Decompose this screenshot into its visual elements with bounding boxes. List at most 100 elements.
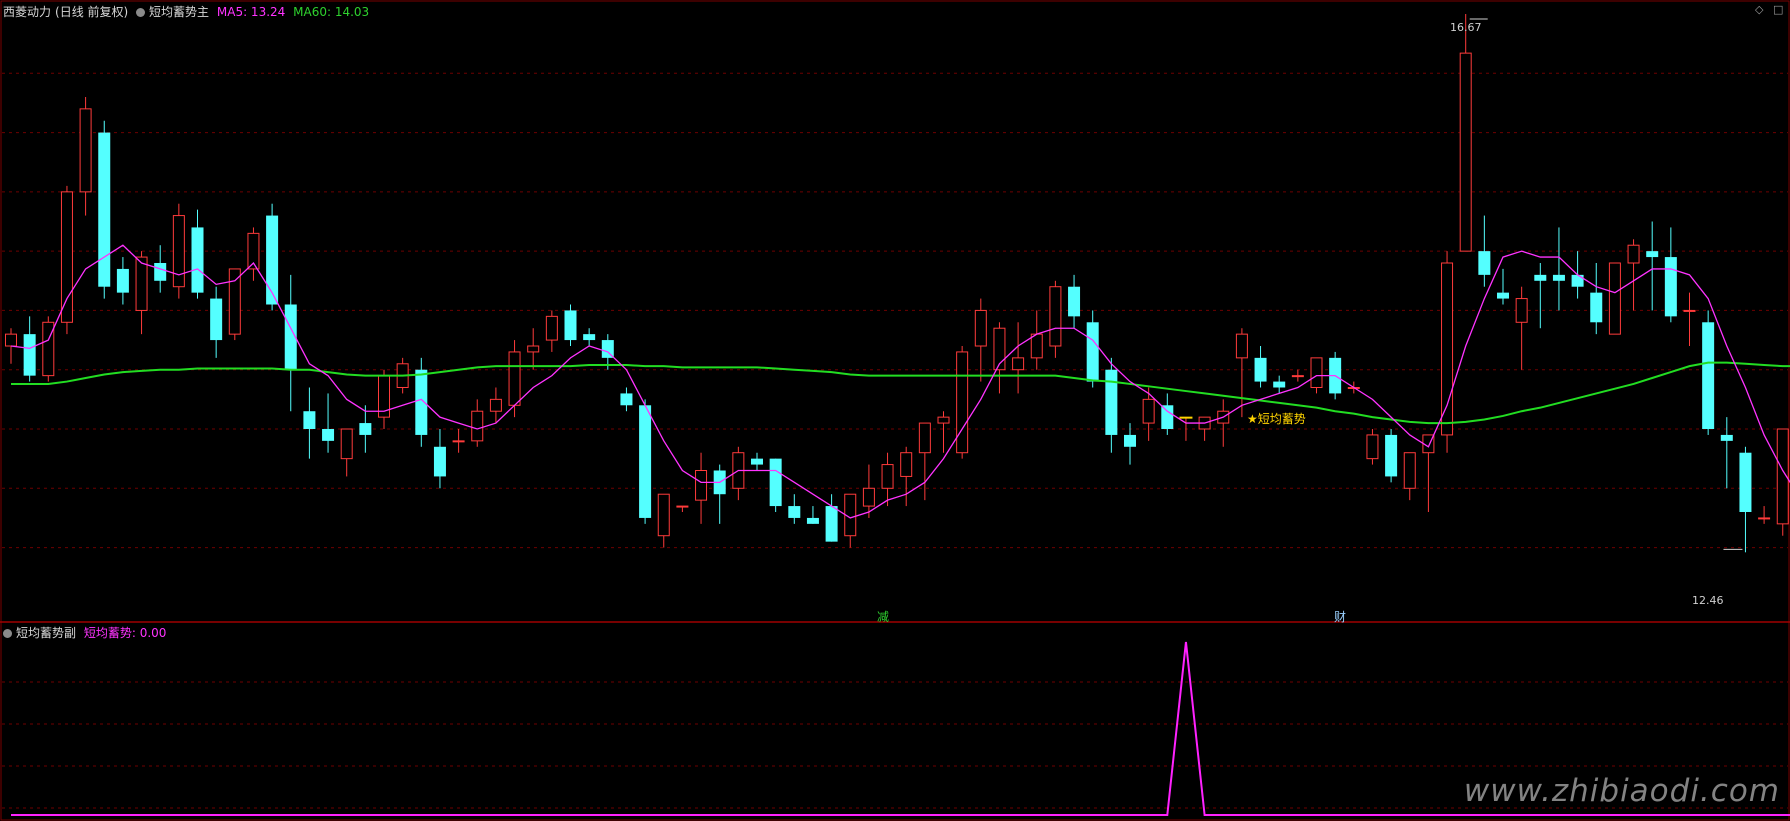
candle-body-down: [1664, 257, 1677, 317]
candle-body-up: [452, 440, 465, 443]
candle-body-up: [1515, 298, 1528, 323]
candle-body-up: [862, 487, 875, 507]
candle-body-down: [1385, 434, 1398, 477]
candle-body-up: [60, 191, 73, 323]
high-price-label: 16.67: [1450, 21, 1482, 34]
indicator-sub-name[interactable]: 短均蓄势副: [16, 626, 76, 640]
candle-body-down: [1497, 292, 1509, 299]
sub-header: 短均蓄势副 短均蓄势: 0.00: [3, 624, 170, 641]
candle-body-down: [1161, 405, 1174, 429]
candle-body-down: [1254, 357, 1267, 382]
candle-body-up: [676, 505, 689, 508]
candle-body-down: [266, 215, 279, 305]
candle-body-down: [1478, 251, 1491, 275]
candle-body-down: [23, 334, 36, 376]
candle-body-down: [1702, 322, 1715, 429]
candle-body-up: [471, 410, 484, 442]
candle-body-up: [956, 351, 969, 454]
candle-body-down: [583, 334, 596, 341]
candle-body-up: [1627, 244, 1640, 264]
diamond-icon[interactable]: ◇: [1755, 3, 1763, 16]
candle-body-down: [359, 423, 372, 435]
low-price-label: 12.46: [1692, 594, 1724, 607]
candle-body-up: [1310, 357, 1323, 389]
candle-body-down: [1534, 274, 1547, 281]
watermark-text: www.zhibiaodi.com: [1463, 773, 1780, 809]
candle-body-up: [1142, 398, 1155, 424]
ma60-readout: MA60: 14.03: [293, 5, 370, 19]
candle-body-down: [1273, 381, 1286, 388]
ma5-readout: MA5: 13.24: [216, 5, 286, 19]
square-icon[interactable]: □: [1773, 3, 1783, 16]
ma60-line: [11, 361, 1790, 425]
candle-body-up: [135, 256, 148, 311]
candle-body-up: [1459, 52, 1472, 252]
candle-body-up: [1291, 375, 1304, 378]
chart-stage: 西菱动力 (日线 前复权) 短均蓄势主 MA5: 13.24 MA60: 14.0…: [0, 0, 1790, 821]
candle-body-up: [79, 108, 92, 193]
candle-body-up: [881, 464, 894, 489]
candle-body-down: [769, 458, 782, 507]
candle-body-down: [1571, 274, 1584, 287]
candle-body-down: [433, 446, 446, 477]
main-header: 西菱动力 (日线 前复权) 短均蓄势主 MA5: 13.24 MA60: 14.0…: [3, 3, 373, 20]
candle-body-up: [1441, 262, 1454, 436]
candle-body-signal: [1179, 416, 1193, 419]
candle-body-down: [1646, 251, 1659, 258]
candle-body-up: [1049, 286, 1062, 347]
candle-body-up: [937, 416, 950, 424]
candle-body-up: [695, 470, 708, 501]
candle-body-up: [900, 452, 913, 477]
indicator-toggle-icon[interactable]: [136, 8, 146, 17]
candle-body-up: [489, 398, 502, 412]
event-marker-finance[interactable]: 财: [1334, 608, 1346, 625]
period-label: (日线 前复权): [55, 5, 129, 19]
signal-label: ★短均蓄势: [1247, 412, 1306, 426]
candle-body-down: [806, 517, 819, 524]
candle-body-up: [1403, 452, 1416, 489]
candle-body-up: [340, 428, 353, 460]
candle-body-down: [1124, 434, 1136, 447]
candle-body-down: [825, 506, 838, 542]
candle-body-up: [918, 422, 931, 454]
candle-body-down: [564, 310, 577, 341]
candle-body-down: [788, 506, 801, 518]
candle-body-down: [1086, 322, 1099, 382]
candle-body-down: [1720, 434, 1733, 441]
candle-body-down: [303, 411, 316, 429]
candle-body-down: [322, 429, 335, 441]
candle-body-up: [1235, 333, 1248, 359]
event-marker-reduce[interactable]: 减: [877, 608, 889, 625]
candle-body-down: [1590, 292, 1603, 323]
candle-body-down: [1068, 286, 1081, 317]
candle-body-down: [1105, 369, 1118, 435]
candle-body-up: [1012, 357, 1025, 371]
candle-body-up: [5, 333, 17, 347]
candle-body-up: [172, 215, 185, 288]
candle-body-up: [1030, 333, 1043, 359]
candle-body-up: [545, 315, 558, 341]
sub-value-readout: 短均蓄势: 0.00: [83, 626, 167, 640]
candle-body-up: [657, 493, 670, 537]
sub-indicator-toggle-icon[interactable]: [3, 629, 12, 638]
candle-body-down: [415, 369, 428, 435]
candle-body-up: [1608, 262, 1621, 335]
candle-body-down: [1552, 274, 1565, 281]
candle-body-down: [154, 263, 167, 281]
candle-body-down: [639, 405, 652, 518]
candle-body-down: [620, 393, 633, 406]
candle-body-down: [1739, 452, 1752, 512]
candle-body-up: [508, 351, 521, 406]
candle-body-up: [1683, 309, 1696, 312]
candle-body-down: [210, 298, 223, 341]
candle-body-down: [116, 268, 129, 293]
candle-body-up: [974, 309, 987, 347]
stock-name: 西菱动力: [3, 5, 52, 19]
candle-body-down: [751, 458, 763, 465]
candle-body-up: [1366, 434, 1379, 460]
indicator-main-name[interactable]: 短均蓄势主: [149, 5, 209, 19]
candle-body-up: [527, 345, 540, 353]
candle-body-down: [98, 132, 111, 287]
candlestick-chart: [0, 0, 1790, 821]
candle-body-down: [191, 227, 204, 293]
